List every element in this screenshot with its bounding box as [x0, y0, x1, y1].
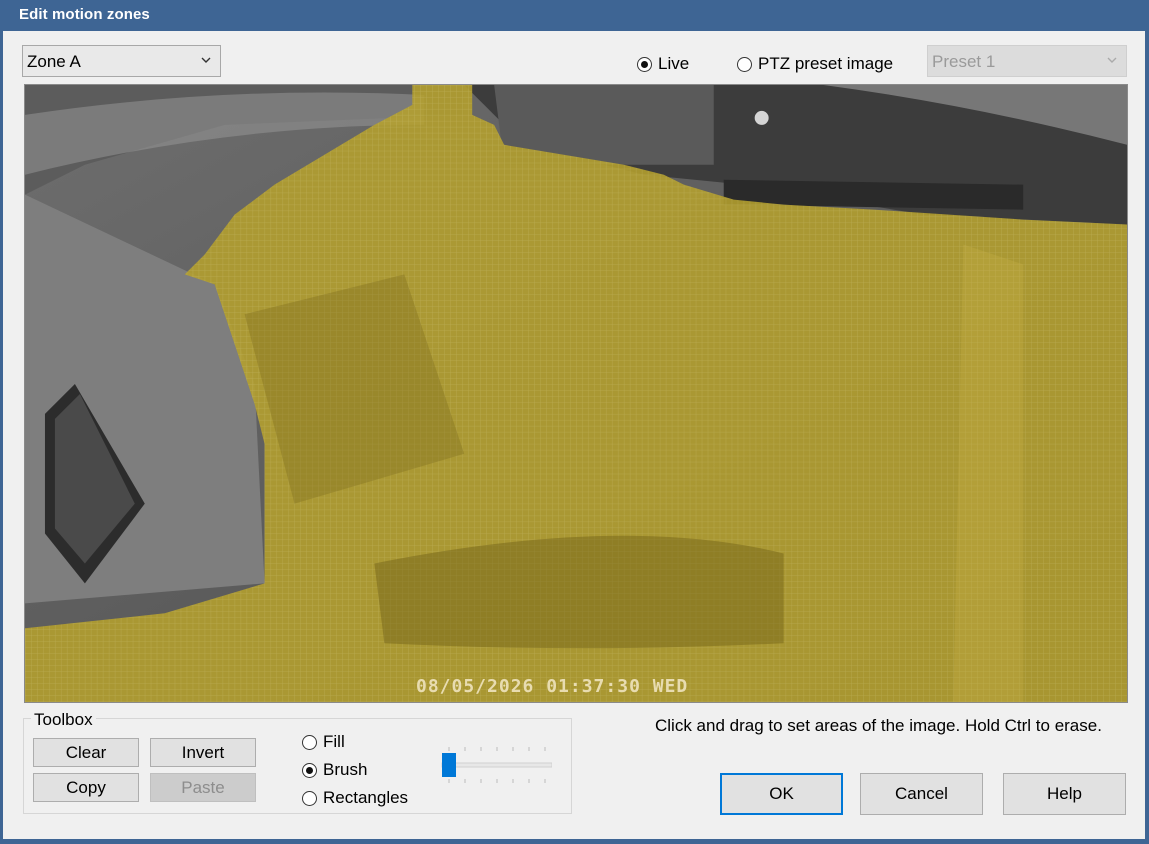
fill-radio-label: Fill [323, 732, 345, 751]
live-radio-label: Live [658, 54, 690, 73]
preset-select-value: Preset 1 [932, 52, 996, 71]
brush-radio-label: Brush [323, 760, 368, 779]
radio-indicator [302, 762, 317, 778]
radio-indicator [302, 734, 317, 750]
window-title: Edit motion zones [19, 6, 150, 23]
fill-radio[interactable]: Fill [302, 732, 345, 752]
radio-indicator [302, 790, 317, 806]
radio-indicator [637, 56, 652, 72]
rectangles-radio-label: Rectangles [323, 788, 409, 807]
cancel-button[interactable]: Cancel [860, 773, 983, 815]
invert-button[interactable]: Invert [150, 738, 256, 767]
slider-thumb[interactable] [442, 753, 456, 777]
chevron-down-icon [1107, 57, 1117, 63]
live-radio[interactable]: Live [637, 54, 689, 74]
ok-button[interactable]: OK [720, 773, 843, 815]
clear-button[interactable]: Clear [33, 738, 139, 767]
preset-select[interactable]: Preset 1 [927, 45, 1127, 77]
ptz-preset-radio[interactable]: PTZ preset image [737, 54, 893, 74]
zone-select[interactable]: Zone A [22, 45, 221, 77]
radio-indicator [737, 56, 752, 72]
camera-image-canvas[interactable]: 08/05/2026 01:37:30 WED [24, 84, 1128, 703]
zone-select-value: Zone A [27, 52, 81, 71]
copy-button[interactable]: Copy [33, 773, 139, 802]
dialog-client: Zone A Live PTZ preset image Preset 1 08… [3, 31, 1145, 839]
dialog-window: Edit motion zones Zone A Live PTZ preset… [0, 0, 1149, 844]
title-bar[interactable]: Edit motion zones [0, 0, 1149, 31]
camera-timestamp: 08/05/2026 01:37:30 WED [416, 676, 689, 697]
ptz-preset-radio-label: PTZ preset image [758, 54, 894, 73]
chevron-down-icon [201, 57, 211, 63]
rectangles-radio[interactable]: Rectangles [302, 788, 408, 808]
toolbox-label: Toolbox [31, 710, 96, 730]
camera-scene [25, 85, 1127, 702]
brush-radio[interactable]: Brush [302, 760, 367, 780]
paste-button[interactable]: Paste [150, 773, 256, 802]
help-button[interactable]: Help [1003, 773, 1126, 815]
brush-size-slider[interactable] [440, 745, 552, 785]
instruction-text: Click and drag to set areas of the image… [655, 716, 1102, 735]
